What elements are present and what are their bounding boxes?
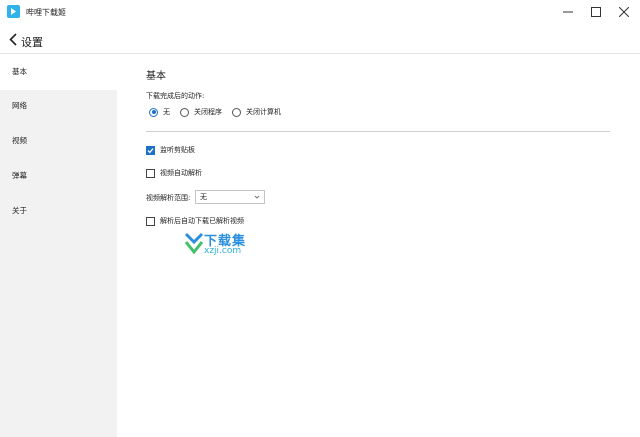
page-title: 设置	[21, 36, 43, 49]
section-divider	[146, 131, 610, 132]
back-button[interactable]	[6, 31, 20, 47]
sidebar-item-video[interactable]: 视频	[0, 123, 117, 159]
settings-sidebar: 基本 网络 视频 弹幕 关于	[0, 54, 117, 437]
checkbox-label: 解析后自动下载已解析视频	[160, 217, 244, 225]
app-logo-icon	[7, 5, 20, 18]
radio-circle	[180, 107, 189, 117]
checkbox-label: 监听剪贴板	[160, 146, 195, 154]
checkbox-label: 视频自动解析	[160, 169, 202, 177]
radio-circle	[149, 107, 158, 117]
radio-none[interactable]: 无	[149, 107, 170, 117]
sidebar-item-network[interactable]: 网络	[0, 88, 117, 124]
checkbox-box	[146, 216, 155, 226]
maximize-icon	[591, 7, 601, 17]
window-title: 哔哩下载姬	[26, 8, 66, 17]
after-download-label: 下载完成后的动作:	[146, 92, 205, 100]
close-button[interactable]	[607, 0, 640, 24]
sidebar-item-basic[interactable]: 基本	[0, 54, 117, 90]
after-download-options: 无 关闭程序 关闭计算机	[149, 105, 291, 119]
sidebar-item-danmaku[interactable]: 弹幕	[0, 158, 117, 194]
section-title: 基本	[146, 71, 166, 82]
monitor-clipboard-checkbox[interactable]: 监听剪贴板	[146, 144, 195, 156]
watermark: 下载集 xzji.com	[184, 230, 274, 260]
checkbox-box	[146, 145, 155, 155]
download-arrow-icon	[184, 232, 204, 255]
radio-circle	[232, 107, 241, 117]
radio-label: 关闭程序	[194, 108, 222, 116]
watermark-url: xzji.com	[204, 246, 242, 256]
title-bar: 哔哩下载姬	[0, 0, 640, 24]
sidebar-item-about[interactable]: 关于	[0, 193, 117, 229]
checkbox-box	[146, 168, 155, 178]
select-value: 无	[200, 193, 207, 201]
close-icon	[619, 7, 629, 17]
parse-scope-select[interactable]: 无	[195, 190, 265, 204]
auto-parse-checkbox[interactable]: 视频自动解析	[146, 167, 202, 179]
auto-download-checkbox[interactable]: 解析后自动下载已解析视频	[146, 215, 244, 227]
minimize-icon	[563, 11, 573, 13]
settings-header: 设置	[0, 24, 640, 54]
radio-label: 无	[163, 108, 170, 116]
checkmark-icon	[147, 147, 154, 153]
chevron-down-icon	[254, 195, 260, 199]
radio-close-program[interactable]: 关闭程序	[180, 107, 222, 117]
radio-label: 关闭计算机	[246, 108, 281, 116]
radio-shutdown-computer[interactable]: 关闭计算机	[232, 107, 281, 117]
parse-scope-label: 视频解析范围:	[146, 194, 191, 202]
chevron-left-icon	[9, 32, 17, 46]
